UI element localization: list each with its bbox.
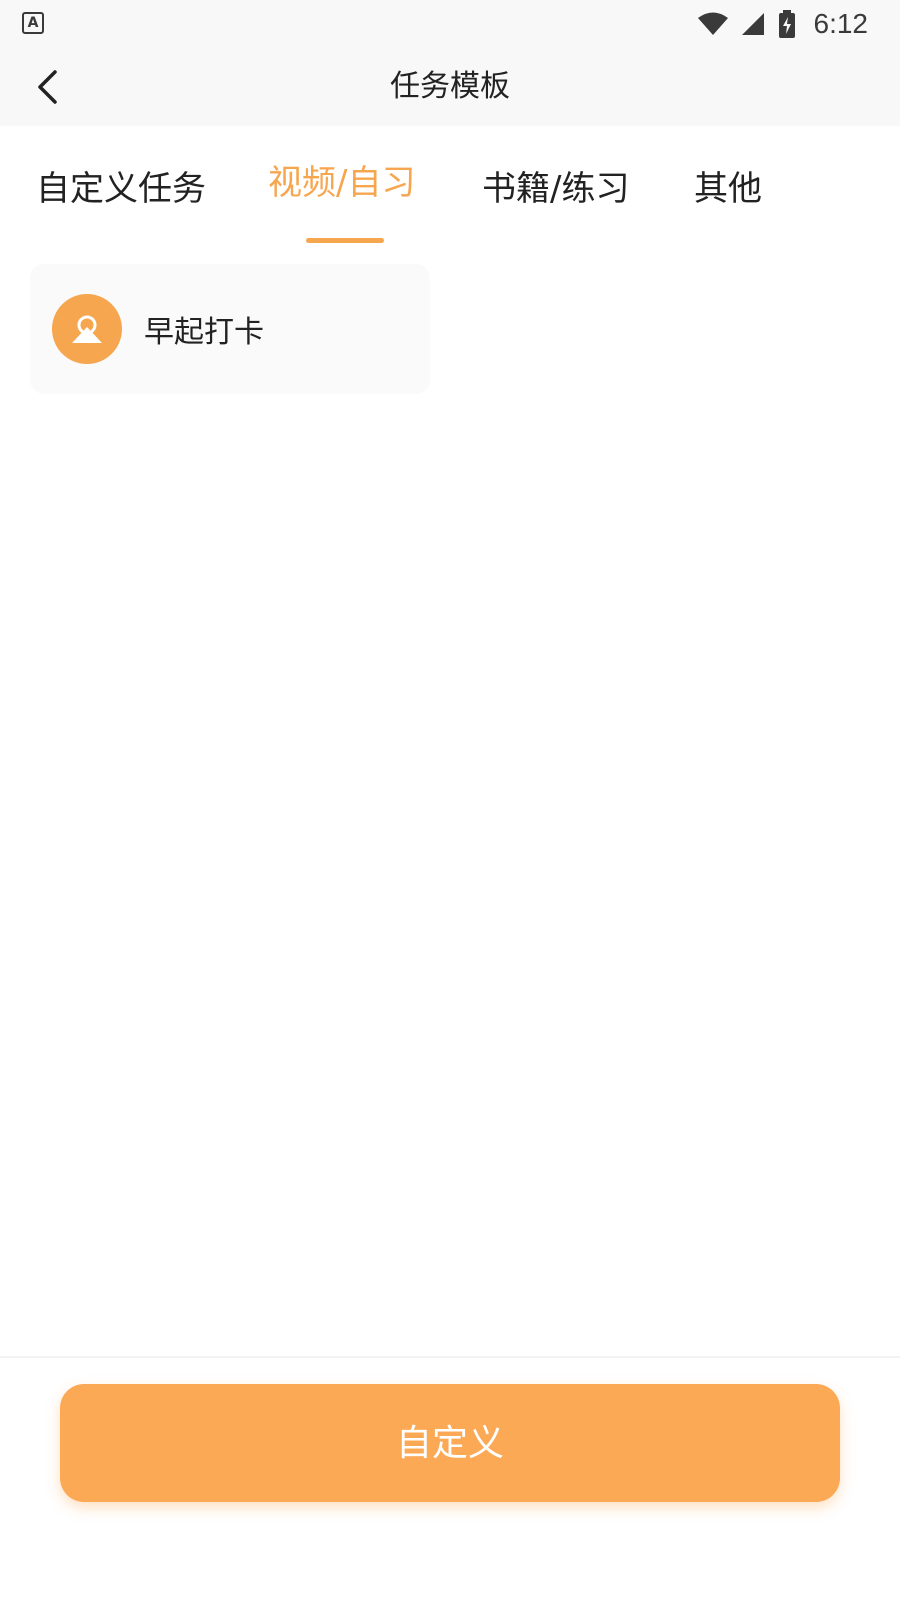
back-button[interactable]: [22, 62, 72, 112]
tab-custom-task[interactable]: 自定义任务: [36, 164, 206, 214]
page-title: 任务模板: [390, 69, 510, 104]
sunrise-icon: [72, 315, 102, 343]
navigation-bar: 任务模板: [0, 48, 900, 126]
footer-divider: [0, 1356, 900, 1358]
active-tab-indicator: [306, 238, 384, 243]
template-card-early-rise[interactable]: 早起打卡: [30, 264, 430, 394]
tab-video-study[interactable]: 视频/自习: [268, 158, 415, 208]
category-tabs: 自定义任务 视频/自习 书籍/练习 其他: [0, 126, 900, 250]
status-time: 6:12: [813, 8, 869, 39]
custom-button[interactable]: 自定义: [60, 1384, 840, 1502]
template-avatar: [52, 294, 122, 364]
tab-other[interactable]: 其他: [694, 164, 762, 214]
tab-books-practice[interactable]: 书籍/练习: [482, 164, 629, 214]
status-bar: A 6:12: [0, 0, 900, 48]
battery-charging-icon: [778, 10, 795, 38]
status-indicators: 6:12: [697, 0, 869, 48]
template-label: 早起打卡: [144, 315, 264, 350]
wifi-icon: [697, 12, 728, 35]
back-arrow-icon: [38, 70, 57, 104]
cellular-signal-icon: [741, 13, 764, 35]
notification-app-icon: A: [22, 12, 44, 34]
